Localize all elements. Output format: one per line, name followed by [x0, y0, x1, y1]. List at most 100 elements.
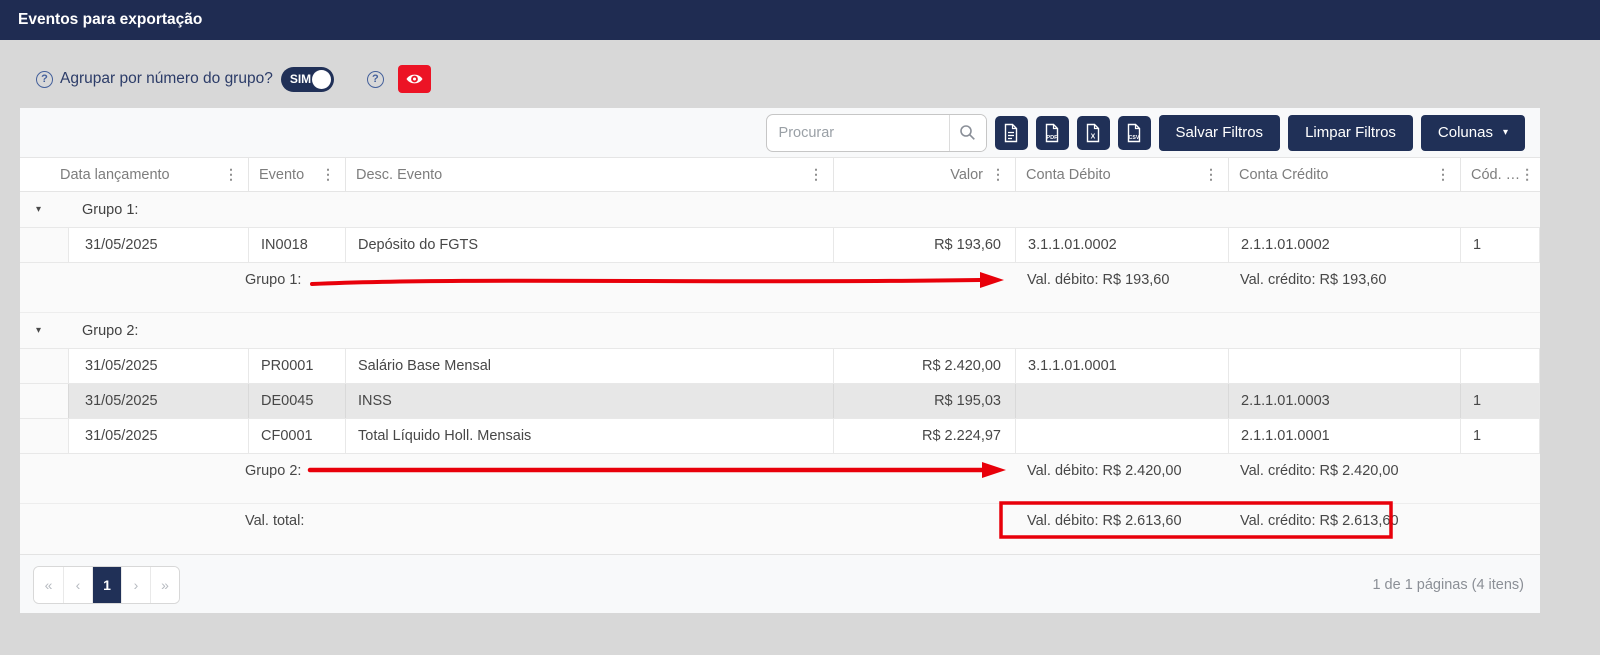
cell-cod: 1	[1460, 419, 1540, 453]
help-icon[interactable]: ?	[367, 71, 384, 88]
first-page-button[interactable]: «	[34, 567, 63, 603]
preview-button[interactable]	[398, 65, 431, 93]
group-footer-row-1: Grupo 1: Val. débito: R$ 193,60 Val. cré…	[20, 263, 1540, 313]
cell-conta-credito: 2.1.1.01.0002	[1228, 228, 1460, 262]
grid-toolbar: PDF X CSV Salvar Filtros	[20, 108, 1540, 157]
cell-evento: DE0045	[248, 384, 345, 418]
cell-data-lancamento: 31/05/2025	[68, 419, 248, 453]
cell-desc-evento: INSS	[345, 384, 833, 418]
column-label: Conta Crédito	[1239, 167, 1328, 183]
total-label: Val. total:	[245, 504, 304, 539]
cell-evento: PR0001	[248, 349, 345, 383]
cell-cod: 1	[1460, 384, 1540, 418]
cell-valor: R$ 195,03	[833, 384, 1015, 418]
pagination-bar: « ‹ 1 › » 1 de 1 páginas (4 itens)	[20, 554, 1540, 615]
column-menu-icon[interactable]: ⋮	[809, 166, 823, 183]
column-menu-icon[interactable]: ⋮	[991, 166, 1005, 183]
toggle-knob-icon	[312, 70, 331, 89]
cell-conta-debito	[1015, 384, 1228, 418]
controls-row: ? Agrupar por número do grupo? SIM ?	[36, 65, 431, 93]
table-row[interactable]: 31/05/2025 PR0001 Salário Base Mensal R$…	[20, 349, 1540, 384]
cell-data-lancamento: 31/05/2025	[68, 349, 248, 383]
export-excel-button[interactable]: X	[1077, 116, 1110, 150]
column-header-valor[interactable]: Valor ⋮	[833, 158, 1015, 191]
total-debit: Val. débito: R$ 2.613,60	[1027, 504, 1182, 539]
column-header-desc-evento[interactable]: Desc. Evento ⋮	[345, 158, 833, 191]
column-header-conta-credito[interactable]: Conta Crédito ⋮	[1228, 158, 1460, 191]
group-header-row-1: ▾ Grupo 1:	[20, 192, 1540, 227]
svg-text:X: X	[1091, 133, 1096, 140]
search-box	[766, 114, 987, 152]
last-page-button[interactable]: »	[150, 567, 179, 603]
row-indent	[20, 228, 68, 262]
table-body: ▾ Grupo 1: 31/05/2025 IN0018 Depósito do…	[20, 192, 1540, 554]
cell-cod: 1	[1460, 228, 1540, 262]
table-header-row: Data lançamento ⋮ Evento ⋮ Desc. Evento …	[20, 157, 1540, 192]
group-header-row-2: ▾ Grupo 2:	[20, 313, 1540, 348]
column-header-conta-debito[interactable]: Conta Débito ⋮	[1015, 158, 1228, 191]
table-row[interactable]: 31/05/2025 DE0045 INSS R$ 195,03 2.1.1.0…	[20, 384, 1540, 419]
cell-data-lancamento: 31/05/2025	[68, 384, 248, 418]
row-indent	[20, 349, 68, 383]
column-menu-icon[interactable]: ⋮	[1520, 166, 1534, 183]
export-csv-button[interactable]: CSV	[1118, 116, 1151, 150]
group-label: Grupo 2:	[82, 323, 138, 339]
clear-filters-button[interactable]: Limpar Filtros	[1288, 115, 1413, 151]
group-footer-label: Grupo 1:	[245, 263, 301, 298]
columns-button[interactable]: Colunas ▾	[1421, 115, 1525, 151]
column-label: Valor	[950, 167, 983, 183]
group-footer-label: Grupo 2:	[245, 454, 301, 489]
column-header-data-lancamento[interactable]: Data lançamento ⋮	[20, 158, 248, 191]
save-filters-button[interactable]: Salvar Filtros	[1159, 115, 1281, 151]
cell-conta-debito: 3.1.1.01.0001	[1015, 349, 1228, 383]
column-header-evento[interactable]: Evento ⋮	[248, 158, 345, 191]
cell-desc-evento: Total Líquido Holl. Mensais	[345, 419, 833, 453]
column-header-cod[interactable]: Cód. … ⋮	[1460, 158, 1540, 191]
export-pdf-button[interactable]: PDF	[1036, 116, 1069, 150]
pager: « ‹ 1 › »	[33, 566, 180, 604]
column-menu-icon[interactable]: ⋮	[1436, 166, 1450, 183]
column-label: Cód. …	[1471, 167, 1520, 183]
cell-evento: IN0018	[248, 228, 345, 262]
eye-icon	[405, 72, 424, 86]
cell-cod	[1460, 349, 1540, 383]
csv-file-icon: CSV	[1126, 123, 1142, 143]
collapse-group-icon[interactable]: ▾	[36, 325, 50, 336]
column-menu-icon[interactable]: ⋮	[224, 166, 238, 183]
group-toggle[interactable]: SIM	[281, 67, 334, 92]
column-menu-icon[interactable]: ⋮	[1204, 166, 1218, 183]
cell-conta-debito	[1015, 419, 1228, 453]
page-title: Eventos para exportação	[0, 0, 1600, 40]
cell-conta-credito	[1228, 349, 1460, 383]
next-page-button[interactable]: ›	[121, 567, 150, 603]
search-button[interactable]	[950, 115, 986, 151]
table-row[interactable]: 31/05/2025 IN0018 Depósito do FGTS R$ 19…	[20, 228, 1540, 263]
cell-evento: CF0001	[248, 419, 345, 453]
group-label: Grupo 1:	[82, 202, 138, 218]
page-number-button[interactable]: 1	[92, 567, 121, 603]
row-indent	[20, 384, 68, 418]
column-menu-icon[interactable]: ⋮	[321, 166, 335, 183]
collapse-group-icon[interactable]: ▾	[36, 204, 50, 215]
pagination-summary: 1 de 1 páginas (4 itens)	[1372, 577, 1524, 593]
cell-conta-credito: 2.1.1.01.0003	[1228, 384, 1460, 418]
columns-button-label: Colunas	[1438, 124, 1493, 141]
text-file-icon	[1003, 123, 1019, 143]
cell-data-lancamento: 31/05/2025	[68, 228, 248, 262]
help-icon[interactable]: ?	[36, 71, 53, 88]
cell-conta-debito: 3.1.1.01.0002	[1015, 228, 1228, 262]
cell-conta-credito: 2.1.1.01.0001	[1228, 419, 1460, 453]
search-input[interactable]	[767, 115, 949, 151]
cell-desc-evento: Salário Base Mensal	[345, 349, 833, 383]
export-txt-button[interactable]	[995, 116, 1028, 150]
table-row[interactable]: 31/05/2025 CF0001 Total Líquido Holl. Me…	[20, 419, 1540, 454]
prev-page-button[interactable]: ‹	[63, 567, 92, 603]
cell-desc-evento: Depósito do FGTS	[345, 228, 833, 262]
grand-total-row: Val. total: Val. débito: R$ 2.613,60 Val…	[20, 504, 1540, 554]
cell-valor: R$ 2.224,97	[833, 419, 1015, 453]
group-credit-total: Val. crédito: R$ 193,60	[1240, 263, 1386, 298]
toggle-value: SIM	[290, 67, 311, 92]
group-debit-total: Val. débito: R$ 193,60	[1027, 263, 1169, 298]
row-indent	[20, 419, 68, 453]
group-credit-total: Val. crédito: R$ 2.420,00	[1240, 454, 1399, 489]
